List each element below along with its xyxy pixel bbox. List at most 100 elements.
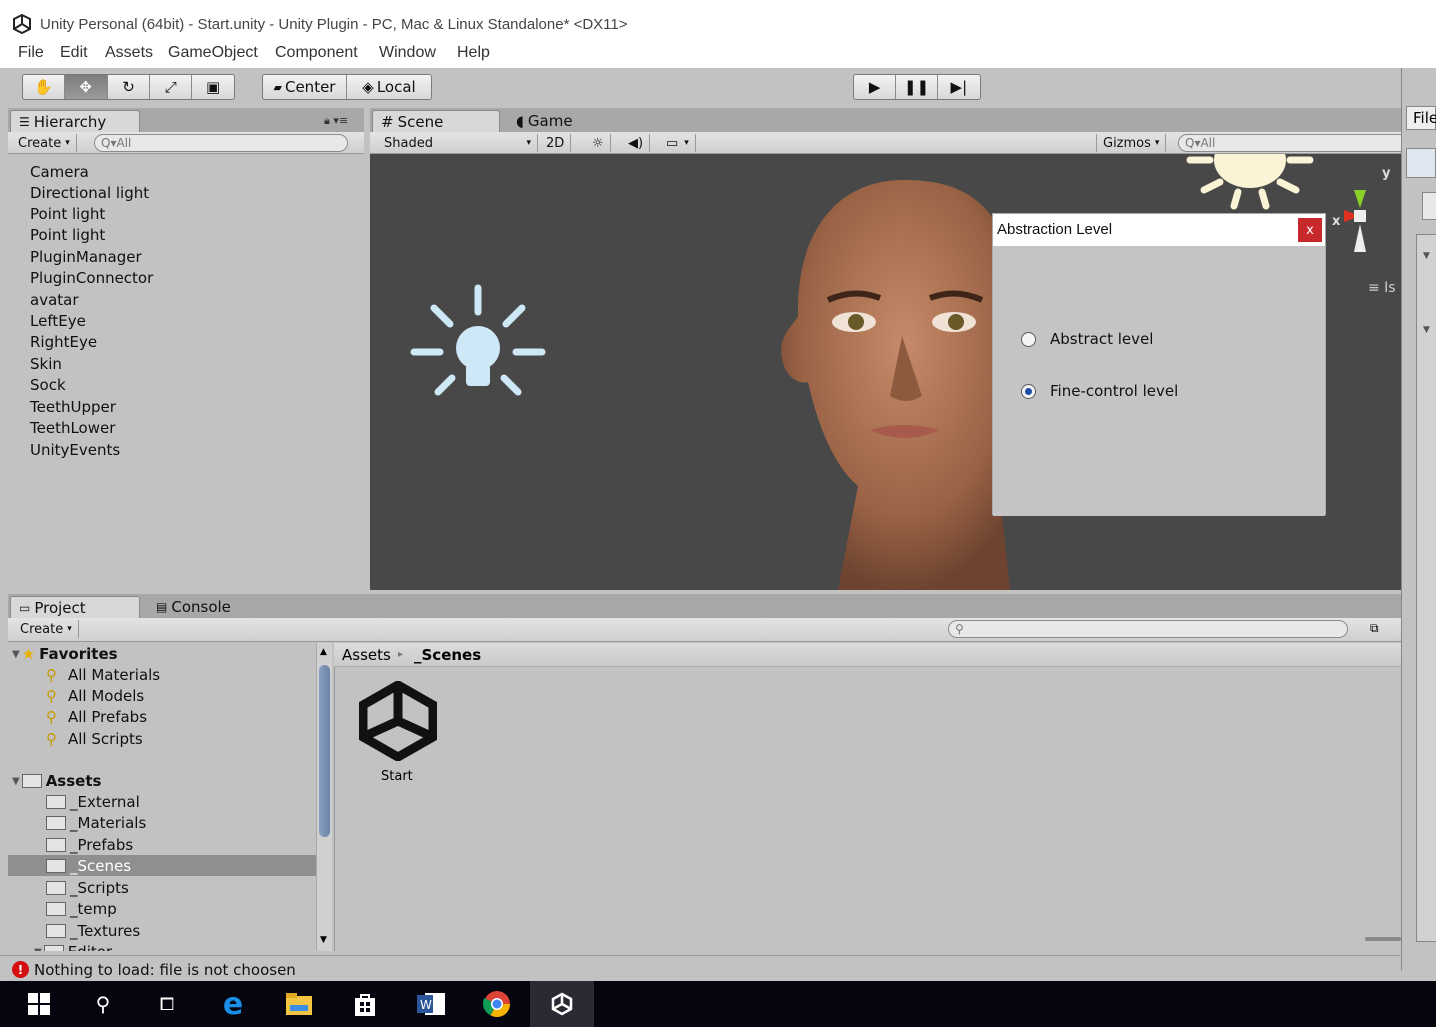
folder-item[interactable]: _External [46,793,316,811]
effects-toggle-button[interactable]: ▭ ▾ [660,134,696,152]
store-icon[interactable] [350,989,380,1019]
menu-assets[interactable]: Assets [105,44,153,62]
shading-mode-dropdown[interactable]: Shaded ▾ [378,134,538,152]
list-item[interactable]: TeethUpper [30,398,116,416]
rotate-icon: ↻ [122,78,135,96]
folder-item[interactable]: _temp [46,900,316,918]
pause-button[interactable]: ❚❚ [896,75,938,99]
folder-item[interactable]: _Materials [46,814,316,832]
project-create-button[interactable]: Create ▾ [14,620,79,638]
list-item[interactable]: Skin [30,355,62,373]
2d-toggle-button[interactable]: 2D [540,134,572,152]
scale-tool-button[interactable]: ⤢ [150,75,193,99]
file-explorer-icon[interactable] [284,989,314,1019]
audio-toggle-button[interactable]: ◀︎) [622,134,651,152]
avatar-head[interactable] [774,176,1024,590]
tab-game[interactable]: ◖ Game [508,110,588,132]
list-item[interactable]: PluginConnector [30,269,153,287]
project-subbar: Create ▾ ⚲ ⧉ [8,618,1401,642]
list-item[interactable]: PluginManager [30,248,142,266]
hand-tool-button[interactable]: ✋ [23,75,65,99]
unity-taskbar-button[interactable] [530,981,594,1027]
list-item[interactable]: TeethLower [30,419,115,437]
list-item[interactable]: RightEye [30,333,97,351]
favorite-item[interactable]: ⚲ All Models [46,687,144,705]
option-abstract-level[interactable]: Abstract level [1021,330,1153,348]
chrome-icon[interactable] [482,989,512,1019]
folder-item[interactable]: ▼ Editor [34,943,304,951]
hierarchy-search-input[interactable]: Q▾All [94,134,348,152]
directional-light-icon[interactable] [1180,154,1320,214]
tab-hierarchy[interactable]: ☰ Hierarchy [10,110,140,132]
list-item[interactable]: Directional light [30,184,149,202]
folder-item[interactable]: _Scripts [46,879,316,897]
list-item[interactable]: Camera [30,163,89,181]
radio-fine-control-level[interactable] [1021,383,1036,399]
list-item[interactable]: Sock [30,376,66,394]
perspective-label[interactable]: ≡ Is [1368,280,1396,296]
tab-scene[interactable]: # Scene [372,110,500,132]
asset-label[interactable]: Start [381,769,413,784]
list-item[interactable]: avatar [30,291,79,309]
axis-gizmo[interactable] [1340,184,1380,264]
scroll-up-icon[interactable]: ▲ [320,647,327,657]
inspector-field[interactable] [1422,192,1436,220]
project-tree-scrollbar[interactable]: ▲ ▼ [316,643,332,951]
breadcrumb-current[interactable]: _Scenes [414,646,481,664]
rect-tool-button[interactable]: ▣ [192,75,234,99]
favorite-item[interactable]: ⚲ All Scripts [46,730,143,748]
option-fine-control-level[interactable]: Fine-control level [1021,382,1178,400]
folder-item[interactable]: _Textures [46,922,316,940]
menu-help[interactable]: Help [457,44,490,62]
lighting-toggle-button[interactable]: ☼ [586,134,611,152]
rotate-tool-button[interactable]: ↻ [108,75,151,99]
favorites-node[interactable]: ▼ ★ Favorites [12,645,118,663]
assets-node[interactable]: ▼ Assets [12,772,101,790]
inspector-file-button[interactable]: File [1406,106,1436,130]
scroll-down-icon[interactable]: ▼ [320,935,327,945]
unity-scene-icon[interactable] [359,681,437,761]
list-item[interactable]: UnityEvents [30,441,120,459]
menu-component[interactable]: Component [275,44,358,62]
move-tool-button[interactable]: ✥ [64,75,108,99]
menu-gameobject[interactable]: GameObject [168,44,258,62]
dialog-close-button[interactable]: x [1298,218,1322,242]
search-icon[interactable]: ⚲ [88,989,118,1019]
point-light-icon[interactable] [408,282,548,408]
menu-window[interactable]: Window [379,44,436,62]
favorite-item[interactable]: ⚲ All Materials [46,666,160,684]
scene-search-input[interactable]: Q▾All [1178,134,1408,152]
2d-toggle-label: 2D [546,135,565,151]
status-bar[interactable]: ! Nothing to load: file is not choosen [0,955,1400,981]
pivot-center-button[interactable]: ▰ Center [263,75,347,99]
folder-item[interactable]: _Prefabs [46,836,316,854]
list-item[interactable]: Point light [30,205,105,223]
icon-size-slider[interactable] [1365,937,1401,941]
step-button[interactable]: ▶| [938,75,980,99]
task-view-icon[interactable]: ⧠ [152,989,182,1019]
edge-browser-icon[interactable]: e [218,987,248,1022]
tab-project[interactable]: ▭ Project [10,596,140,618]
filter-by-type-icon[interactable]: ⧉ [1370,621,1379,636]
hierarchy-create-button[interactable]: Create ▾ [12,134,77,152]
menu-edit[interactable]: Edit [60,44,88,62]
gizmos-dropdown[interactable]: Gizmos ▾ [1096,134,1167,152]
folder-item-selected[interactable]: _Scenes [8,855,316,876]
menu-file[interactable]: File [18,44,44,62]
breadcrumb-root[interactable]: Assets [342,646,391,664]
radio-abstract-level[interactable] [1021,331,1036,347]
scrollbar-thumb[interactable] [319,665,330,837]
tab-console[interactable]: ▤ Console [148,596,248,618]
expand-arrow-icon[interactable]: ▼ [1423,325,1430,335]
pivot-local-button[interactable]: ◈ Local [347,75,431,99]
lock-icon[interactable]: 🔒︎ ▾≡ [324,114,348,128]
word-icon[interactable]: W [416,989,446,1019]
expand-arrow-icon[interactable]: ▼ [1423,251,1430,261]
favorite-item[interactable]: ⚲ All Prefabs [46,708,147,726]
list-item[interactable]: LeftEye [30,312,86,330]
windows-start-icon[interactable] [24,989,54,1019]
play-button[interactable]: ▶ [854,75,897,99]
project-search-input[interactable]: ⚲ [948,620,1348,638]
list-item[interactable]: Point light [30,226,105,244]
inspector-object-icon[interactable] [1406,148,1436,178]
